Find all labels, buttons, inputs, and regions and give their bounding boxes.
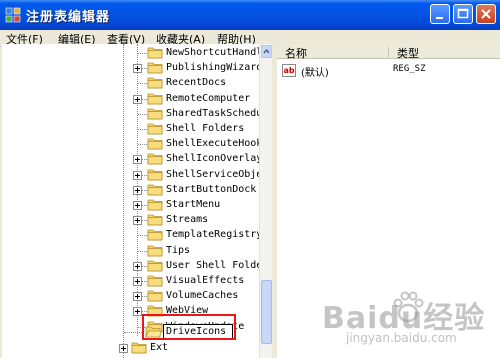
- folder-icon: [147, 199, 163, 211]
- folder-icon: [147, 275, 163, 287]
- expand-icon[interactable]: [133, 307, 142, 317]
- close-icon: [481, 9, 491, 19]
- expand-icon[interactable]: [133, 216, 142, 226]
- folder-icon: [147, 229, 163, 241]
- tree-node-label: SharedTaskSchedul: [166, 107, 259, 119]
- folder-icon: [147, 77, 163, 89]
- folder-icon: [147, 245, 163, 256]
- tree-connector: [138, 53, 147, 54]
- expand-icon[interactable]: [119, 344, 128, 353]
- tree-connector: [138, 83, 147, 85]
- minimize-button[interactable]: [430, 4, 450, 24]
- tree-node-label: PublishingWizard: [166, 62, 259, 74]
- tree-node-label: TemplateRegistry: [166, 229, 259, 241]
- folder-icon: [147, 62, 163, 74]
- tree-node[interactable]: RemoteComputer: [2, 92, 259, 107]
- column-header-name[interactable]: 名称: [277, 44, 389, 60]
- registry-editor-icon: [5, 7, 21, 23]
- tree-node-label: ShellExecuteHooks: [166, 138, 259, 150]
- tree-node[interactable]: Streams: [2, 213, 259, 228]
- tree-scrollbar[interactable]: [259, 44, 272, 358]
- expand-icon[interactable]: [133, 64, 142, 74]
- scroll-up-icon[interactable]: [261, 45, 272, 58]
- value-row[interactable]: ab (默认) REG_SZ: [277, 64, 500, 79]
- expand-icon[interactable]: [133, 185, 142, 195]
- tree-node-label: StartButtonDock: [166, 183, 257, 195]
- tree-node[interactable]: User Shell Folder: [2, 259, 259, 274]
- tree-node-label: ShellIconOverlayI: [166, 153, 259, 165]
- tree-node[interactable]: RecentDocs: [2, 76, 259, 91]
- tree-node-label: VisualEffects: [166, 275, 245, 286]
- expand-icon[interactable]: [133, 170, 142, 180]
- tree-node-label: Streams: [166, 214, 209, 226]
- tree-node[interactable]: ShellExecuteHooks: [2, 137, 259, 152]
- close-button[interactable]: [476, 4, 496, 24]
- folder-icon: [147, 47, 163, 59]
- tree-node[interactable]: ShellIconOverlayI: [2, 152, 259, 167]
- tree-connector: [138, 113, 147, 115]
- expand-icon[interactable]: [133, 277, 142, 286]
- tree-node[interactable]: StartButtonDock: [2, 183, 259, 198]
- watermark-url: jingyan.baidu.com: [346, 331, 457, 345]
- tree-node[interactable]: PublishingWizard: [2, 61, 259, 76]
- string-value-icon: ab: [282, 64, 296, 77]
- expand-icon[interactable]: [133, 155, 142, 165]
- folder-icon: [147, 169, 163, 180]
- tree-node-label: VolumeCaches: [166, 290, 239, 302]
- tree-node[interactable]: StartMenu: [2, 198, 259, 213]
- folder-icon: [147, 108, 163, 120]
- tree-connector: [138, 129, 147, 130]
- maximize-button[interactable]: [453, 4, 473, 24]
- value-name: (默认): [301, 68, 329, 79]
- tree-node[interactable]: VisualEffects: [2, 274, 259, 289]
- folder-icon: [147, 123, 163, 135]
- tree-connector: [138, 235, 147, 237]
- tree-node[interactable]: Tips: [2, 244, 259, 259]
- tree-node-label: Shell Folders: [166, 123, 245, 134]
- value-type: REG_SZ: [393, 64, 426, 74]
- watermark: Baidu经验 jingyan.baidu.com: [300, 283, 496, 353]
- tree-node-label: RecentDocs: [166, 77, 227, 89]
- expand-icon[interactable]: [133, 261, 142, 271]
- tree-node[interactable]: SharedTaskSchedul: [2, 107, 259, 122]
- maximize-icon: [457, 8, 469, 19]
- tree-node[interactable]: NewShortcutHandle: [2, 46, 259, 61]
- tree-node-label: Tips: [166, 244, 191, 256]
- tree-node[interactable]: TemplateRegistry: [2, 228, 259, 243]
- annotation-highlight: [142, 314, 236, 340]
- tree-node-label: RemoteComputer: [166, 92, 251, 104]
- tree-node[interactable]: Ext: [2, 341, 259, 356]
- folder-icon: [147, 290, 163, 302]
- tree-node-label: NewShortcutHandle: [166, 47, 259, 58]
- folder-icon: [147, 184, 163, 196]
- folder-icon: [131, 342, 147, 354]
- expand-icon[interactable]: [133, 201, 142, 210]
- window-title: 注册表编辑器: [26, 10, 111, 25]
- registry-tree[interactable]: NewShortcutHandle PublishingWizard RecentD…: [2, 44, 259, 358]
- tree-connector: [138, 250, 147, 252]
- folder-icon: [147, 260, 163, 272]
- folder-icon: [147, 153, 163, 165]
- expand-icon[interactable]: [133, 292, 142, 302]
- title-bar: 注册表编辑器: [0, 0, 500, 30]
- folder-icon: [147, 93, 163, 104]
- folder-icon: [147, 214, 163, 226]
- column-header-type[interactable]: 类型: [389, 44, 500, 60]
- minimize-icon: [436, 17, 443, 19]
- tree-node-label: StartMenu: [166, 199, 221, 210]
- tree-node[interactable]: Shell Folders: [2, 122, 259, 137]
- tree-node[interactable]: VolumeCaches: [2, 289, 259, 304]
- tree-connector: [138, 144, 147, 146]
- scroll-thumb[interactable]: [261, 280, 272, 344]
- folder-icon: [147, 138, 163, 150]
- tree-node[interactable]: ShellServiceObjec: [2, 168, 259, 183]
- tree-node-label: Ext: [150, 342, 169, 353]
- column-header-name-label: 名称: [285, 47, 307, 60]
- tree-node-label: ShellServiceObjec: [166, 168, 259, 180]
- tree-node-label: User Shell Folder: [166, 259, 259, 271]
- column-header-type-label: 类型: [397, 47, 419, 60]
- expand-icon[interactable]: [133, 94, 142, 104]
